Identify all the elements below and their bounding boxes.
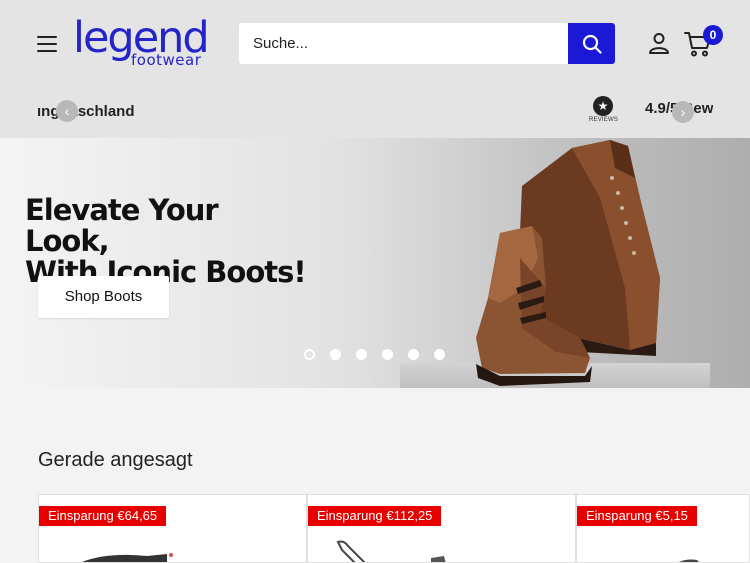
sale-badge: Einsparung €5,15 <box>577 506 697 526</box>
search-button[interactable] <box>568 23 615 64</box>
product-list: Einsparung €64,65 Einsparung €112,25 Ein… <box>38 494 750 563</box>
search-input[interactable] <box>239 23 568 64</box>
menu-icon[interactable] <box>37 36 57 52</box>
shop-boots-button[interactable]: Shop Boots <box>38 276 169 318</box>
search-box <box>239 23 615 64</box>
chevron-right-icon: › <box>680 104 686 120</box>
slideshow-dots <box>304 349 445 360</box>
slide-dot[interactable] <box>408 349 419 360</box>
hero-slideshow: Elevate Your Look, With Iconic Boots! Sh… <box>0 138 750 388</box>
slide-dot[interactable] <box>434 349 445 360</box>
reviews-logo-text: REVIEWS <box>589 117 619 123</box>
account-button[interactable] <box>647 31 671 55</box>
reviews-logo[interactable]: ★ REVIEWS <box>589 96 619 128</box>
slide-dot[interactable] <box>330 349 341 360</box>
logo[interactable]: legend footwear <box>73 14 213 72</box>
product-card[interactable]: Einsparung €5,15 <box>576 494 750 563</box>
sale-badge: Einsparung €112,25 <box>308 506 442 526</box>
announcement-next-button[interactable]: › <box>672 101 694 123</box>
announcement-bar: ıng utschland ‹ ★ REVIEWS 4.9/5 Bewe › <box>0 88 750 138</box>
slide-dot[interactable] <box>382 349 393 360</box>
search-icon <box>582 34 602 54</box>
boots-image <box>476 140 660 386</box>
hero-title-line: Look, <box>25 224 110 258</box>
hero-title-line: Elevate Your <box>25 193 219 227</box>
logo-sub-text: footwear <box>131 51 202 69</box>
product-card[interactable]: Einsparung €112,25 <box>307 494 576 563</box>
hero-title: Elevate Your Look, With Iconic Boots! <box>25 193 307 288</box>
product-image <box>336 540 446 562</box>
announcement-text: ıng utschland <box>37 103 135 120</box>
cart-count-badge: 0 <box>703 25 723 45</box>
sale-badge: Einsparung €64,65 <box>39 506 167 526</box>
product-image <box>678 559 699 562</box>
star-icon: ★ <box>593 96 613 116</box>
slide-dot[interactable] <box>304 349 315 360</box>
chevron-left-icon: ‹ <box>64 103 70 119</box>
announcement-prev-button[interactable]: ‹ <box>56 100 78 122</box>
product-card[interactable]: Einsparung €64,65 <box>38 494 307 563</box>
account-icon <box>649 33 669 54</box>
site-header: legend footwear 0 <box>0 0 750 88</box>
product-image <box>82 553 173 562</box>
slide-dot[interactable] <box>356 349 367 360</box>
section-title: Gerade angesagt <box>38 449 193 471</box>
